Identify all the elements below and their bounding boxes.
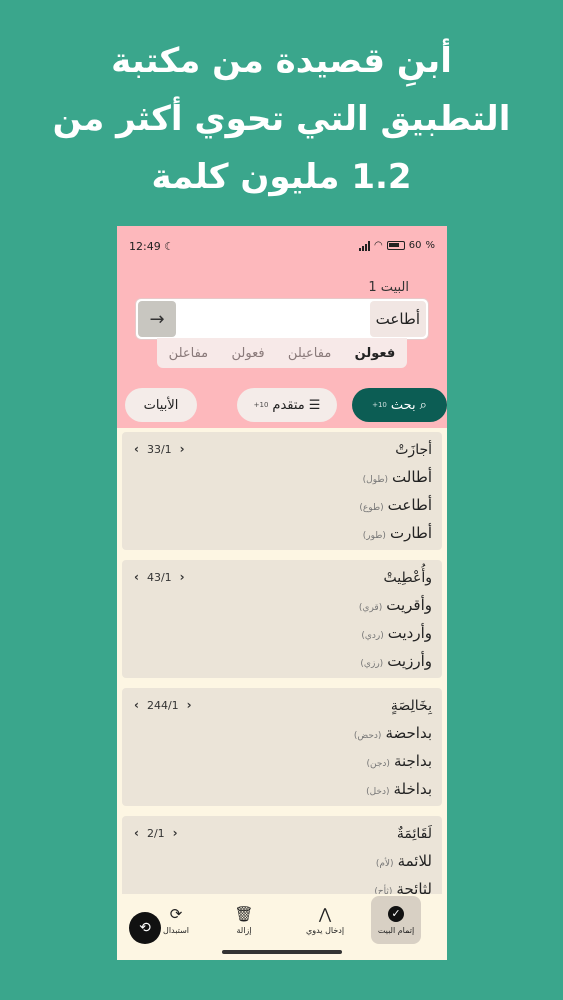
bottom-nav: ✓ إتمام البيت ⋀ إدخال يدوي 🗑 إزالة ⟳ است… <box>117 894 447 946</box>
submit-button[interactable]: → <box>138 301 176 337</box>
meter-pattern: فعولن مفاعيلن فعولن مفاعلن <box>157 338 407 368</box>
next-chevron-icon[interactable]: › <box>180 442 185 456</box>
home-indicator[interactable] <box>222 950 342 954</box>
suggestion-row[interactable]: أطالت(طول) <box>363 468 432 486</box>
meter-foot[interactable]: فعولن <box>355 346 396 361</box>
suggestion-row[interactable]: بداجنة(دجن) <box>366 752 432 770</box>
result-card: ‹ 43/1 › وأُعْطِيتْ وأقريت(قري) وأرديت(ر… <box>122 560 442 678</box>
result-count: 43/1 <box>146 570 172 584</box>
verses-button[interactable]: الأبيات <box>125 388 197 422</box>
original-word: أجازَتْ <box>395 442 432 458</box>
verse-label: البيت 1 <box>368 280 409 295</box>
prev-chevron-icon[interactable]: ‹ <box>134 826 139 840</box>
remove-tab[interactable]: 🗑 إزالة <box>221 896 267 944</box>
result-card: ‹ 244/1 › بِخَالِصَةٍ بداحضة(دحض) بداجنة… <box>122 688 442 806</box>
trash-icon: 🗑 <box>234 904 254 923</box>
next-chevron-icon[interactable]: › <box>173 826 178 840</box>
suggestion-row[interactable]: بداحضة(دحض) <box>354 724 432 742</box>
promo-line: التطبيق التي تحوي أكثر من <box>52 99 511 139</box>
promo-headline: أبنِ قصيدة من مكتبة التطبيق التي تحوي أك… <box>0 32 563 206</box>
result-card: ‹ 33/1 › أجازَتْ أطالت(طول) أطاعت(طوع) أ… <box>122 432 442 550</box>
replace-tab[interactable]: ⟳ استبدال <box>153 896 199 944</box>
original-word: وأُعْطِيتْ <box>383 570 432 586</box>
battery-icon <box>386 241 405 250</box>
meter-foot[interactable]: مفاعلن <box>169 346 208 361</box>
original-word: لَقَائِمَةٌ <box>396 826 432 842</box>
complete-verse-tab[interactable]: ✓ إتمام البيت <box>371 896 421 944</box>
advanced-search-icon: ☰ <box>308 397 321 413</box>
search-badge: 10+ <box>372 401 387 409</box>
promo-line: أبنِ قصيدة من مكتبة <box>111 41 452 81</box>
meter-foot[interactable]: فعولن <box>232 346 265 361</box>
suggestion-row[interactable]: وأرديت(ردي) <box>361 624 432 642</box>
status-time: 12:49 <box>129 240 161 253</box>
result-count: 244/1 <box>146 698 179 712</box>
phone-screen: 12:49 ☾ ◠ 60% البيت 1 → أطاعت فعولن مفاع… <box>117 226 447 960</box>
current-word-chip[interactable]: أطاعت <box>369 301 426 337</box>
status-bar: 12:49 ☾ ◠ 60% <box>129 240 435 253</box>
search-icon: ⌕ <box>419 397 427 413</box>
next-chevron-icon[interactable]: › <box>187 698 192 712</box>
result-count: 33/1 <box>146 442 172 456</box>
next-chevron-icon[interactable]: › <box>180 570 185 584</box>
suggestion-row[interactable]: بداخلة(دخل) <box>366 780 432 798</box>
suggestion-row[interactable]: أطاعت(طوع) <box>359 496 432 514</box>
advanced-badge: 10+ <box>253 401 269 409</box>
rotate-fab[interactable]: ⟲ <box>129 912 161 944</box>
prev-chevron-icon[interactable]: ‹ <box>134 698 139 712</box>
rotate-icon: ⟲ <box>139 920 151 936</box>
suggestion-row[interactable]: وأرزيت(رزي) <box>360 652 432 670</box>
suggestion-row[interactable]: وأقريت(قري) <box>359 596 432 614</box>
compass-icon: ⋀ <box>318 904 332 923</box>
signal-icon <box>359 240 371 251</box>
verse-input[interactable]: → أطاعت <box>135 298 429 340</box>
battery-level: 60 <box>408 240 422 251</box>
search-button[interactable]: ⌕ بحث 10+ <box>352 388 447 422</box>
original-word: بِخَالِصَةٍ <box>390 698 432 714</box>
advanced-search-button[interactable]: ☰ متقدم 10+ <box>237 388 337 422</box>
result-count: 2/1 <box>146 826 165 840</box>
promo-line: 1.2 مليون كلمة <box>151 157 412 197</box>
wifi-icon: ◠ <box>374 240 383 251</box>
manual-entry-tab[interactable]: ⋀ إدخال يدوي <box>297 896 353 944</box>
prev-chevron-icon[interactable]: ‹ <box>134 442 139 456</box>
prev-chevron-icon[interactable]: ‹ <box>134 570 139 584</box>
restore-icon: ⟳ <box>169 904 183 923</box>
suggestion-row[interactable]: للائمة(لأم) <box>376 852 432 870</box>
arrow-right-icon: → <box>149 308 165 330</box>
meter-foot[interactable]: مفاعيلن <box>288 346 331 361</box>
suggestion-row[interactable]: أطارت(طور) <box>363 524 432 542</box>
check-circle-icon: ✓ <box>388 905 404 922</box>
moon-icon: ☾ <box>164 240 175 253</box>
